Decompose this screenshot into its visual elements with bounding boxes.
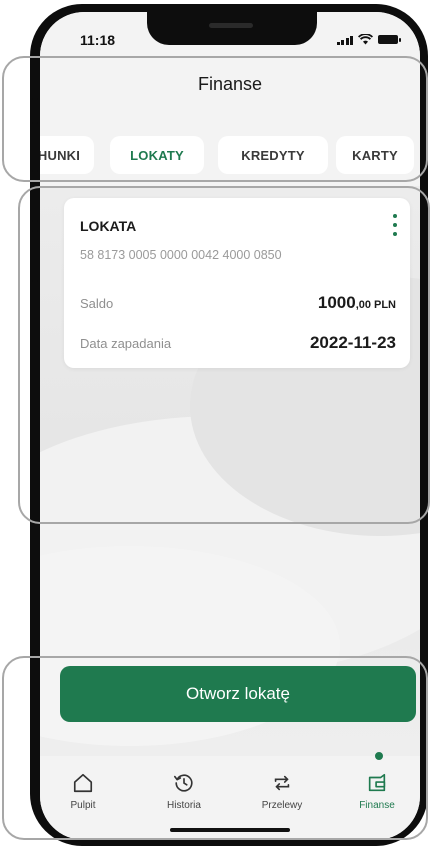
battery-icon	[378, 35, 401, 44]
highlight-frame-bottom	[2, 656, 428, 840]
wifi-icon	[358, 34, 373, 45]
speaker	[209, 23, 253, 28]
status-bar: 11:18	[40, 12, 420, 58]
status-time: 11:18	[80, 32, 116, 48]
highlight-frame-header	[2, 56, 428, 182]
highlight-frame-card	[18, 186, 430, 524]
notch	[147, 12, 317, 45]
signal-icon	[336, 35, 353, 45]
status-icons	[336, 34, 401, 45]
